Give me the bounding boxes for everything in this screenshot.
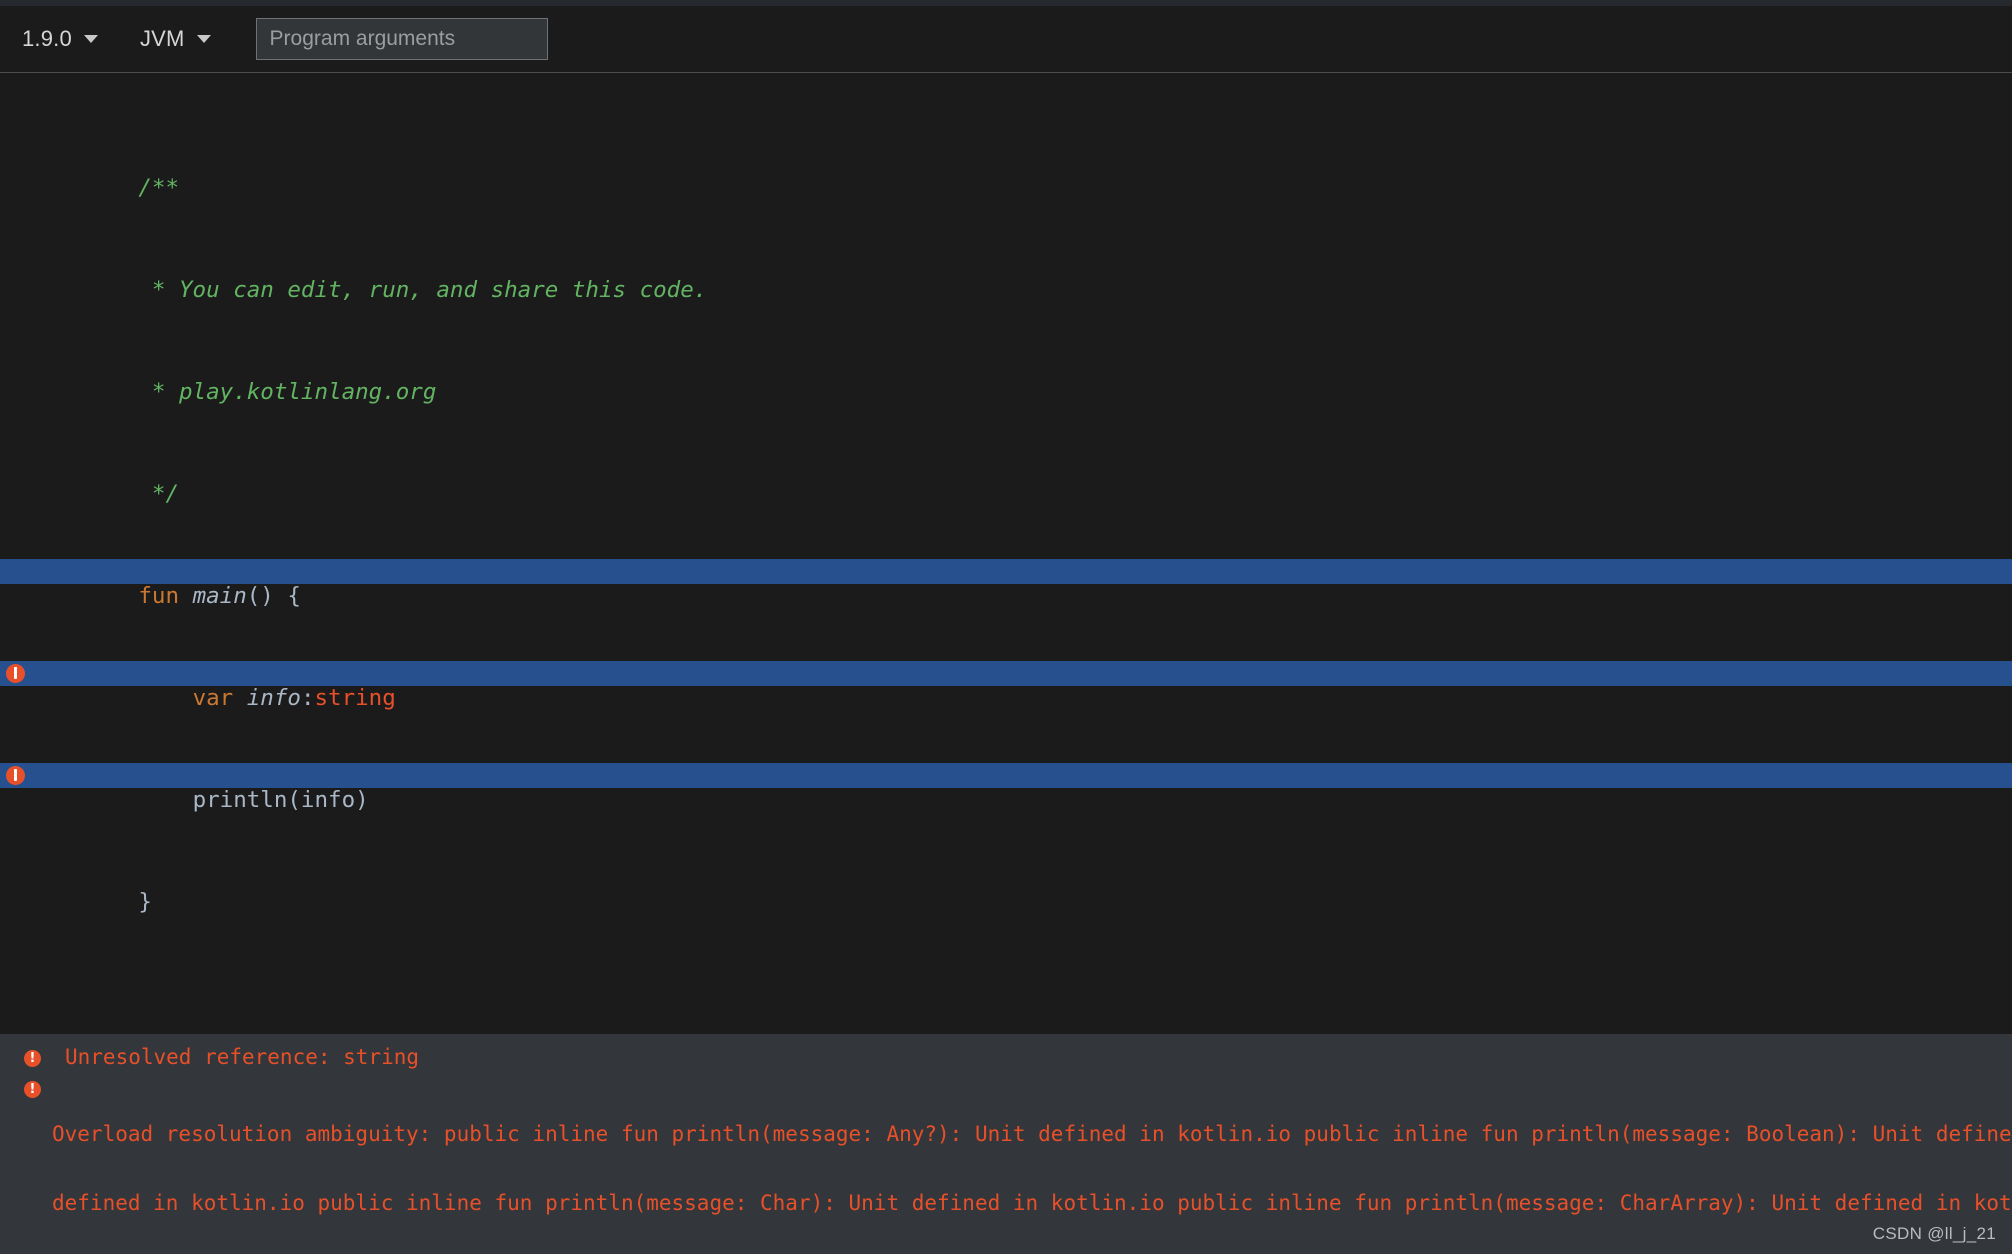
error-bang-glyph: ! [12,664,19,683]
problem-message-line: Overload resolution ambiguity: public in… [52,1123,2012,1146]
colon-token: : [301,685,315,711]
target-platform-label: JVM [140,26,185,52]
error-bang-glyph: ! [24,1050,41,1067]
code-line: } [0,865,2012,891]
function-name-token: main [193,583,247,609]
target-platform-dropdown[interactable]: JVM [140,21,211,57]
keyword-var-token: var [193,685,234,711]
kotlin-version-dropdown[interactable]: 1.9.0 [22,21,98,57]
code-content: /** * You can edit, run, and share this … [0,74,2012,967]
code-line: * You can edit, run, and share this code… [0,253,2012,279]
comment-token: /** [138,175,179,201]
identifier-info-token: info [247,685,301,711]
editor-toolbar: 1.9.0 JVM [0,6,2012,73]
problem-message-line: defined in kotlin.io public inline fun p… [52,1192,2012,1215]
function-signature-token: () { [247,583,301,609]
error-circle-icon[interactable]: ! [6,766,25,785]
error-circle-icon[interactable]: ! [6,664,25,683]
program-arguments-input[interactable] [256,18,548,60]
unresolved-type-token: string [314,685,395,711]
println-call-token: println(info) [193,787,369,813]
problem-message: Unresolved reference: string [65,1046,419,1069]
comment-token: * play.kotlinlang.org [138,379,436,405]
problems-panel: ! Unresolved reference: string ! Overloa… [0,1034,2012,1254]
indent-token [138,787,192,813]
error-circle-icon: ! [24,1081,41,1098]
comment-token: */ [138,481,179,507]
comment-token: * You can edit, run, and share this code… [138,277,707,303]
code-line-selected: ! var info:string [0,661,2012,687]
code-line: /** [0,151,2012,177]
error-circle-icon: ! [24,1050,41,1067]
problem-item[interactable]: ! Unresolved reference: string [0,1046,2012,1069]
chevron-down-icon [197,35,211,43]
problem-item[interactable]: ! Overload resolution ambiguity: public … [0,1077,2012,1254]
code-line: * play.kotlinlang.org [0,355,2012,381]
error-bang-glyph: ! [12,766,19,785]
chevron-down-icon [84,35,98,43]
code-line: */ [0,457,2012,483]
code-line-selected: fun main() { [0,559,2012,585]
code-editor[interactable]: /** * You can edit, run, and share this … [0,74,2012,1034]
code-line-selected: ! println(info) [0,763,2012,789]
keyword-fun-token: fun [138,583,179,609]
error-bang-glyph: ! [24,1081,41,1098]
csdn-watermark: CSDN @ll_j_21 [1873,1224,1996,1244]
kotlin-playground-app: 1.9.0 JVM /** * You can edit, run, and s… [0,0,2012,1254]
closing-brace-token: } [138,889,152,915]
indent-token [138,685,192,711]
kotlin-version-label: 1.9.0 [22,26,72,52]
